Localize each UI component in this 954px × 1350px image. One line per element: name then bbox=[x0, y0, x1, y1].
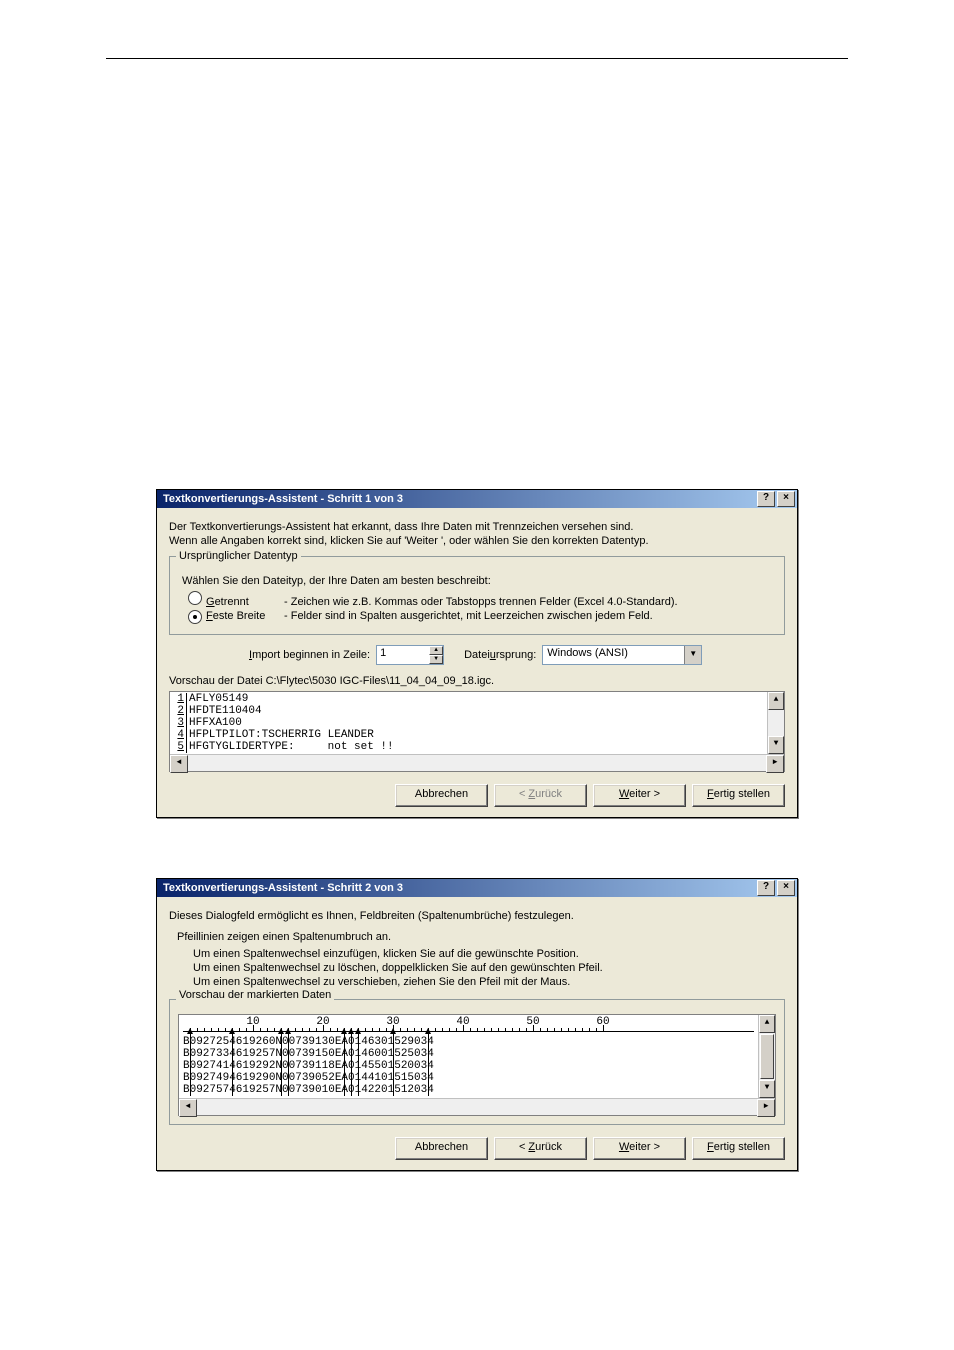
cancel-button[interactable]: Abbrechen bbox=[395, 1137, 488, 1160]
close-button[interactable]: × bbox=[777, 880, 795, 896]
back-button: < Zurück bbox=[494, 784, 587, 807]
vertical-scrollbar[interactable]: ▲ ▼ bbox=[767, 692, 784, 754]
wizard-dialog-step2: Textkonvertierungs-Assistent - Schritt 2… bbox=[156, 878, 798, 1171]
radio-delimited-label: Getrennt bbox=[206, 596, 284, 608]
finish-button[interactable]: Fertig stellen bbox=[692, 784, 785, 807]
intro-line: Wenn alle Angaben korrekt sind, klicken … bbox=[169, 534, 785, 548]
radio-delimited-desc: - Zeichen wie z.B. Kommas oder Tabstopps… bbox=[284, 596, 776, 608]
help-button[interactable]: ? bbox=[757, 491, 775, 507]
preview-line: 3HFFXA100 bbox=[170, 717, 767, 729]
file-origin-value: Windows (ANSI) bbox=[543, 646, 684, 664]
start-row-value[interactable]: 1 bbox=[377, 646, 429, 664]
start-row-label: Import beginnen in Zeile: bbox=[249, 649, 370, 661]
spinner-down[interactable]: ▼ bbox=[429, 655, 443, 664]
cancel-button[interactable]: Abbrechen bbox=[395, 784, 488, 807]
scroll-right-icon[interactable]: ► bbox=[757, 1099, 775, 1117]
fixed-width-data-area[interactable]: B0927254619260N00739130EA0146301529034B0… bbox=[183, 1034, 754, 1096]
instruction-item: Um einen Spaltenwechsel zu löschen, dopp… bbox=[193, 961, 785, 975]
radio-fixed[interactable] bbox=[188, 610, 202, 624]
data-row: B0927254619260N00739130EA0146301529034 bbox=[183, 1036, 754, 1048]
column-ruler[interactable]: 102030405060 bbox=[183, 1017, 754, 1032]
scroll-thumb[interactable] bbox=[760, 1034, 774, 1079]
column-break-marker[interactable] bbox=[351, 1034, 352, 1096]
dialog-title: Textkonvertierungs-Assistent - Schritt 1… bbox=[163, 493, 403, 505]
start-row-input[interactable]: 1 ▲▼ bbox=[376, 645, 444, 665]
scroll-down-icon[interactable]: ▼ bbox=[759, 1080, 775, 1098]
preview-line: 5HFGTYGLIDERTYPE: not set !! bbox=[170, 741, 767, 753]
original-datatype-group: Ursprünglicher Datentyp Wählen Sie den D… bbox=[169, 556, 785, 635]
next-button[interactable]: Weiter > bbox=[593, 784, 686, 807]
marked-data-preview-group: Vorschau der markierten Daten 1020304050… bbox=[169, 999, 785, 1125]
help-button[interactable]: ? bbox=[757, 880, 775, 896]
file-origin-label: Dateiursprung: bbox=[464, 649, 536, 661]
column-break-marker[interactable] bbox=[393, 1034, 394, 1096]
column-preview[interactable]: 102030405060 B0927254619260N00739130EA01… bbox=[178, 1014, 776, 1116]
preview-line: 1AFLY05149 bbox=[170, 693, 767, 705]
titlebar: Textkonvertierungs-Assistent - Schritt 2… bbox=[157, 879, 797, 897]
page-top-rule bbox=[106, 58, 848, 59]
data-row: B0927574619257N00739010EA0142201512034 bbox=[183, 1084, 754, 1096]
intro-text: Der Textkonvertierungs-Assistent hat erk… bbox=[169, 520, 785, 548]
spinner[interactable]: ▲▼ bbox=[429, 646, 443, 664]
instructions-list: Um einen Spaltenwechsel einzufügen, klic… bbox=[193, 947, 785, 989]
column-break-marker[interactable] bbox=[190, 1034, 191, 1096]
arrow-hint: Pfeillinien zeigen einen Spaltenumbruch … bbox=[177, 931, 785, 943]
back-button[interactable]: < Zurück bbox=[494, 1137, 587, 1160]
column-break-marker[interactable] bbox=[428, 1034, 429, 1096]
horizontal-scrollbar[interactable]: ◄ ► bbox=[170, 754, 784, 771]
instruction-item: Um einen Spaltenwechsel zu verschieben, … bbox=[193, 975, 785, 989]
data-row: B0927494619290N00739052EA0144101515034 bbox=[183, 1072, 754, 1084]
scroll-up-icon[interactable]: ▲ bbox=[768, 692, 784, 710]
group-legend: Ursprünglicher Datentyp bbox=[176, 550, 301, 562]
radio-dot bbox=[193, 615, 197, 619]
scroll-left-icon[interactable]: ◄ bbox=[179, 1099, 197, 1117]
radio-delimited[interactable] bbox=[188, 591, 202, 605]
column-break-marker[interactable] bbox=[288, 1034, 289, 1096]
preview-line: 4HFPLTPILOT:TSCHERRIG LEANDER bbox=[170, 729, 767, 741]
preview-line: 2HFDTE110404 bbox=[170, 705, 767, 717]
vertical-scrollbar[interactable]: ▲ ▼ bbox=[758, 1015, 775, 1098]
radio-fixed-row[interactable]: Feste Breite - Felder sind in Spalten au… bbox=[188, 610, 776, 624]
scroll-up-icon[interactable]: ▲ bbox=[759, 1015, 775, 1033]
intro-text: Dieses Dialogfeld ermöglicht es Ihnen, F… bbox=[169, 909, 785, 923]
preview-path-label: Vorschau der Datei C:\Flytec\5030 IGC-Fi… bbox=[169, 675, 785, 687]
file-origin-dropdown[interactable]: Windows (ANSI) ▼ bbox=[542, 645, 702, 665]
radio-fixed-desc: - Felder sind in Spalten ausgerichtet, m… bbox=[284, 610, 776, 622]
scroll-right-icon[interactable]: ► bbox=[766, 755, 784, 773]
next-button[interactable]: Weiter > bbox=[593, 1137, 686, 1160]
dialog-title: Textkonvertierungs-Assistent - Schritt 2… bbox=[163, 882, 403, 894]
intro-line: Der Textkonvertierungs-Assistent hat erk… bbox=[169, 520, 785, 534]
close-button[interactable]: × bbox=[777, 491, 795, 507]
spinner-up[interactable]: ▲ bbox=[429, 646, 443, 655]
column-break-marker[interactable] bbox=[358, 1034, 359, 1096]
scroll-down-icon[interactable]: ▼ bbox=[768, 736, 784, 754]
finish-button[interactable]: Fertig stellen bbox=[692, 1137, 785, 1160]
horizontal-scrollbar[interactable]: ◄ ► bbox=[179, 1098, 775, 1115]
chevron-down-icon[interactable]: ▼ bbox=[684, 646, 701, 664]
radio-fixed-label: Feste Breite bbox=[206, 610, 284, 622]
file-preview: 1AFLY051492HFDTE1104043HFFXA1004HFPLTPIL… bbox=[169, 691, 785, 772]
radio-delimited-row[interactable]: Getrennt - Zeichen wie z.B. Kommas oder … bbox=[188, 591, 776, 608]
wizard-dialog-step1: Textkonvertierungs-Assistent - Schritt 1… bbox=[156, 489, 798, 818]
scroll-left-icon[interactable]: ◄ bbox=[170, 755, 188, 773]
column-break-marker[interactable] bbox=[344, 1034, 345, 1096]
data-row: B0927414619292N00739118EA0145501520034 bbox=[183, 1060, 754, 1072]
column-break-marker[interactable] bbox=[281, 1034, 282, 1096]
column-break-marker[interactable] bbox=[232, 1034, 233, 1096]
instruction-item: Um einen Spaltenwechsel einzufügen, klic… bbox=[193, 947, 785, 961]
data-row: B0927334619257N00739150EA0146001525034 bbox=[183, 1048, 754, 1060]
titlebar: Textkonvertierungs-Assistent - Schritt 1… bbox=[157, 490, 797, 508]
group-legend: Vorschau der markierten Daten bbox=[176, 989, 334, 1001]
choose-type-label: Wählen Sie den Dateityp, der Ihre Daten … bbox=[182, 575, 776, 587]
